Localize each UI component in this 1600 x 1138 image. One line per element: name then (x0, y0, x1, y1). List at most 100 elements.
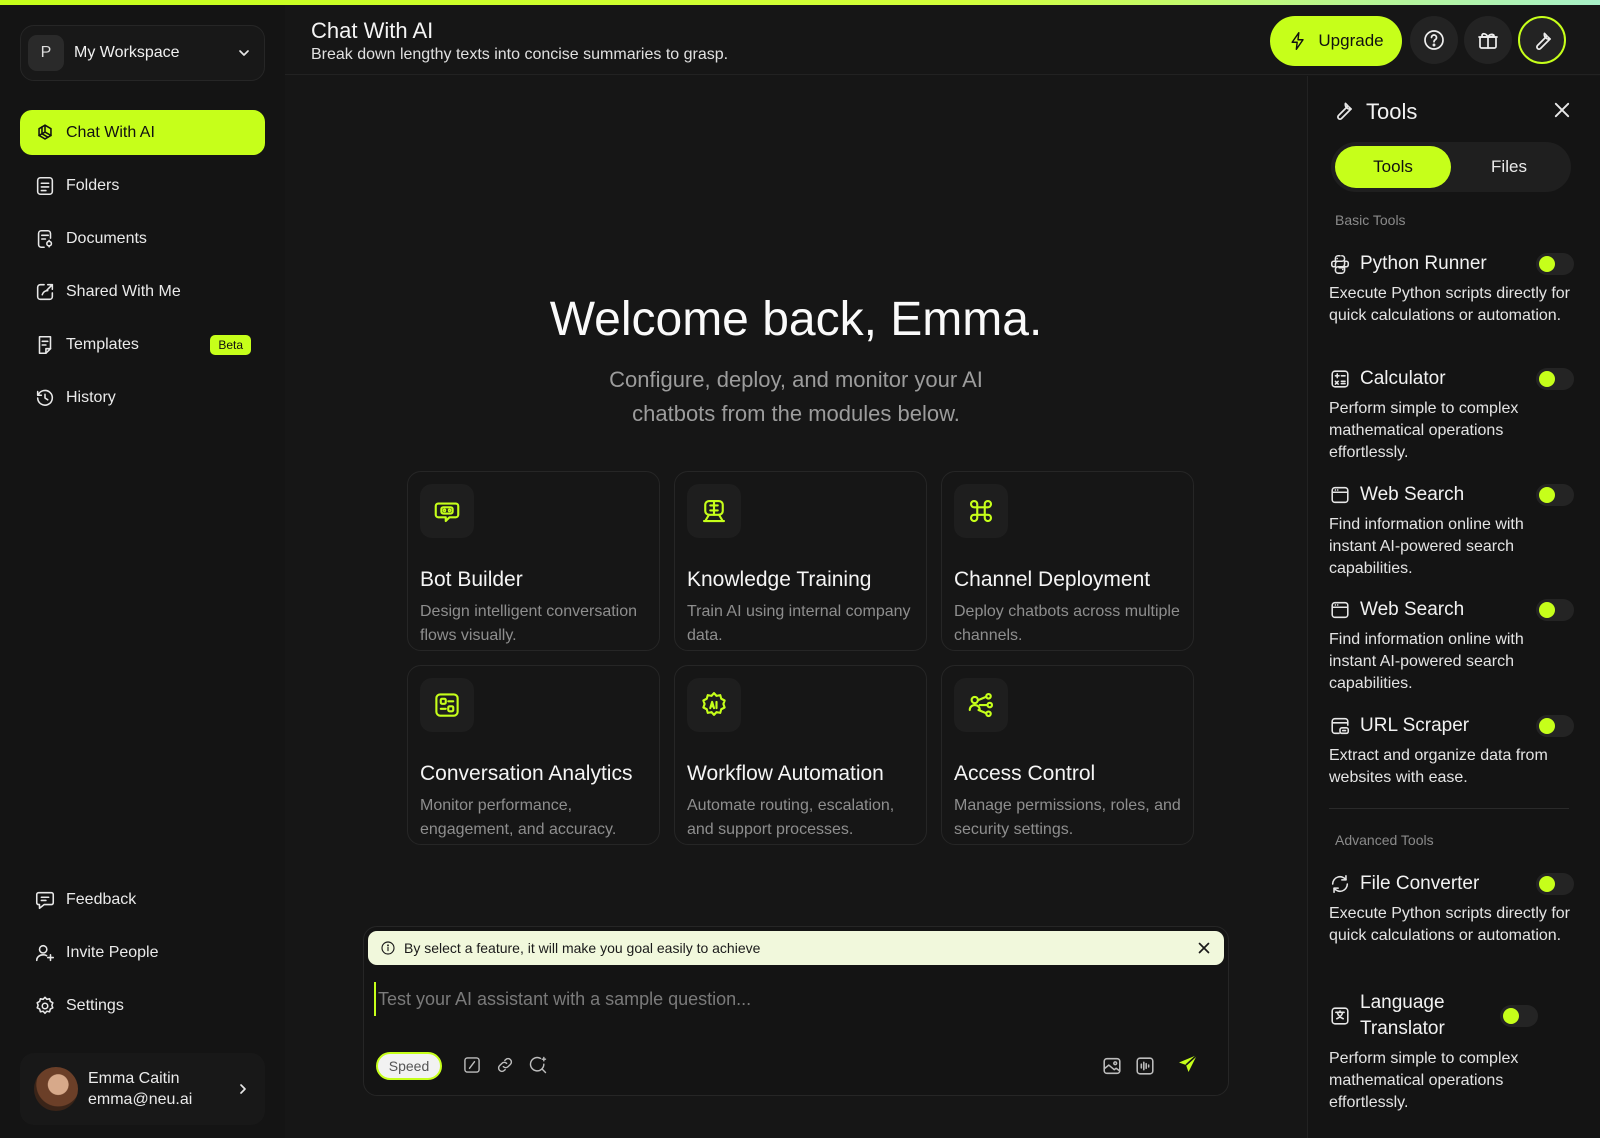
sidebar-item-settings[interactable]: Settings (20, 983, 265, 1028)
workspace-name: My Workspace (74, 44, 180, 61)
tool-toggle[interactable] (1536, 873, 1574, 895)
tool-toggle[interactable] (1536, 368, 1574, 390)
tool-description: Perform simple to complex mathematical o… (1329, 400, 1519, 461)
tool-name: Calculator (1360, 368, 1446, 389)
sidebar-item-label: Documents (66, 229, 147, 247)
tools-panel: Tools Tools Files Basic Tools Python Run… (1307, 76, 1600, 1138)
tool-name: Language Translator (1360, 992, 1445, 1039)
card-description: Design intelligent conversation flows vi… (420, 603, 638, 644)
gift-button[interactable] (1464, 16, 1512, 64)
sidebar-item-label: Settings (66, 996, 124, 1014)
calculator-icon (1329, 368, 1351, 390)
translate-icon (1329, 1005, 1351, 1027)
ai-gear-icon (687, 678, 741, 732)
wrench-icon (1331, 98, 1355, 122)
sidebar-item-label: Folders (66, 176, 120, 194)
speed-chip[interactable]: Speed (376, 1052, 442, 1080)
card-title: Knowledge Training (687, 568, 872, 591)
browser-icon (1329, 484, 1351, 506)
chevron-down-icon (236, 45, 252, 61)
prompt-input[interactable] (374, 982, 1204, 1016)
tools-toggle-button[interactable] (1518, 16, 1566, 64)
card-description: Automate routing, escalation, and suppor… (687, 797, 895, 838)
sidebar-item-label: Chat With AI (66, 123, 155, 141)
python-icon (1329, 253, 1351, 275)
workspace-switcher[interactable]: P My Workspace (20, 25, 265, 81)
browser-icon (1329, 599, 1351, 621)
lightning-icon (1288, 31, 1308, 51)
sidebar-item-templates[interactable]: Templates Beta (20, 322, 265, 367)
card-knowledge-training[interactable]: Knowledge Training Train AI using intern… (674, 471, 927, 651)
tool-toggle[interactable] (1536, 253, 1574, 275)
analytics-icon (420, 678, 474, 732)
user-profile-card[interactable]: Emma Caitin emma@neu.ai (20, 1053, 265, 1125)
tab-files[interactable]: Files (1451, 146, 1567, 188)
sidebar-item-history[interactable]: History (20, 375, 265, 420)
share-icon (34, 281, 56, 303)
sidebar-item-documents[interactable]: Documents (20, 216, 265, 261)
help-icon (1422, 28, 1446, 52)
invite-icon (34, 942, 56, 964)
gift-icon (1476, 28, 1500, 52)
tool-name: Web Search (1360, 599, 1465, 620)
tool-toggle[interactable] (1500, 1005, 1538, 1027)
sidebar-item-shared-with-me[interactable]: Shared With Me (20, 269, 265, 314)
tool-toggle[interactable] (1536, 484, 1574, 506)
image-icon[interactable] (1101, 1055, 1123, 1077)
help-button[interactable] (1410, 16, 1458, 64)
tool-description: Find information online with instant AI-… (1329, 516, 1524, 577)
card-description: Train AI using internal company data. (687, 603, 911, 644)
page-subtitle: Break down lengthy texts into concise su… (311, 46, 729, 63)
card-title: Bot Builder (420, 568, 523, 591)
tool-toggle[interactable] (1536, 715, 1574, 737)
slash-command-icon[interactable] (462, 1055, 482, 1075)
basic-tools-heading: Basic Tools (1335, 212, 1406, 228)
notice-text: By select a feature, it will make you go… (404, 940, 761, 956)
tool-name: Python Runner (1360, 253, 1487, 274)
card-bot-builder[interactable]: Bot Builder Design intelligent conversat… (407, 471, 660, 651)
sidebar-item-label: Invite People (66, 943, 159, 961)
gear-icon (34, 995, 56, 1017)
card-title: Access Control (954, 762, 1096, 785)
tool-description: Extract and organize data from websites … (1329, 747, 1548, 786)
wrench-icon (1530, 28, 1554, 52)
tool-description: Execute Python scripts directly for quic… (1329, 285, 1570, 324)
search-spark-icon[interactable] (528, 1055, 548, 1075)
history-icon (34, 387, 56, 409)
folder-icon (34, 175, 56, 197)
user-name: Emma Caitin (88, 1070, 180, 1087)
user-email: emma@neu.ai (88, 1091, 193, 1108)
avatar (34, 1067, 78, 1111)
close-icon[interactable] (1196, 940, 1212, 956)
sidebar-item-chat-with-ai[interactable]: Chat With AI (20, 110, 265, 155)
card-workflow-automation[interactable]: Workflow Automation Automate routing, es… (674, 665, 927, 845)
sidebar-item-label: History (66, 388, 116, 406)
sidebar-item-folders[interactable]: Folders (20, 163, 265, 208)
chat-composer: By select a feature, it will make you go… (363, 926, 1229, 1096)
close-icon[interactable] (1553, 101, 1571, 119)
upgrade-button[interactable]: Upgrade (1270, 16, 1402, 66)
send-icon[interactable] (1176, 1052, 1200, 1076)
tools-panel-title: Tools (1366, 99, 1418, 124)
feedback-icon (34, 889, 56, 911)
card-access-control[interactable]: Access Control Manage permissions, roles… (941, 665, 1194, 845)
voice-icon[interactable] (1134, 1055, 1156, 1077)
card-conversation-analytics[interactable]: Conversation Analytics Monitor performan… (407, 665, 660, 845)
sidebar-bottom-nav: Feedback Invite People Settings (20, 877, 265, 1036)
tool-name: URL Scraper (1360, 715, 1470, 736)
sidebar-item-feedback[interactable]: Feedback (20, 877, 265, 922)
card-channel-deployment[interactable]: Channel Deployment Deploy chatbots acros… (941, 471, 1194, 651)
advanced-tools-heading: Advanced Tools (1335, 832, 1434, 848)
link-icon[interactable] (495, 1055, 515, 1075)
openai-icon (34, 122, 56, 144)
scraper-icon (1329, 715, 1351, 737)
sidebar-item-label: Templates (66, 335, 139, 353)
tool-description: Perform simple to complex mathematical o… (1329, 1050, 1519, 1111)
tool-toggle[interactable] (1536, 599, 1574, 621)
card-title: Conversation Analytics (420, 762, 633, 785)
tool-python-runner: Python Runner Execute Python scripts dir… (1329, 251, 1574, 327)
tab-tools[interactable]: Tools (1335, 146, 1451, 188)
sidebar-item-invite-people[interactable]: Invite People (20, 930, 265, 975)
feature-notice: By select a feature, it will make you go… (368, 931, 1224, 965)
sidebar-item-label: Shared With Me (66, 282, 181, 300)
